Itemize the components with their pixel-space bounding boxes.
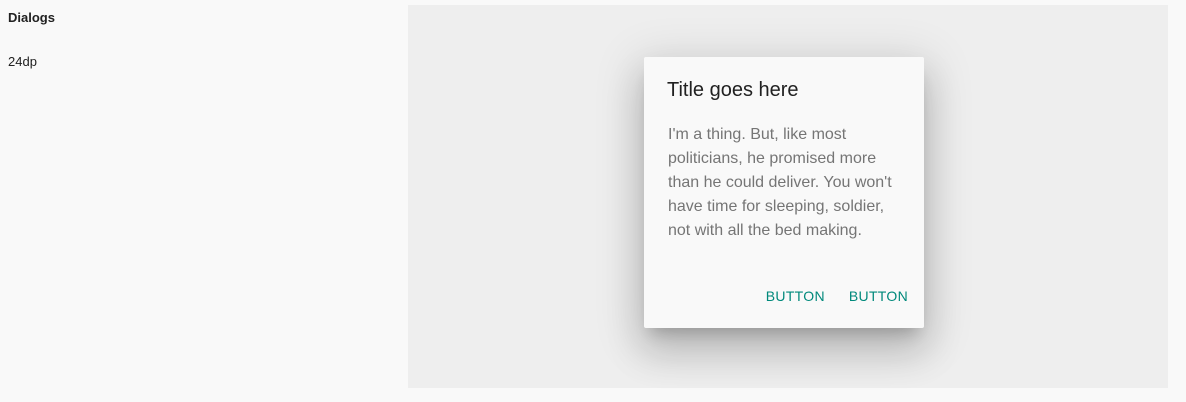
dialog-body: I'm a thing. But, like most politicians,… <box>668 126 892 239</box>
dialog-action-button-2[interactable]: BUTTON <box>841 278 916 314</box>
dialog-action-button-1[interactable]: BUTTON <box>758 278 833 314</box>
section-heading: Dialogs <box>8 10 55 25</box>
dialog-title: Title goes here <box>667 79 799 101</box>
dialog-actions: BUTTON BUTTON <box>758 272 916 320</box>
demo-stage: Title goes here I'm a thing. But, like m… <box>408 5 1168 388</box>
elevation-label: 24dp <box>8 54 37 69</box>
dialog: Title goes here I'm a thing. But, like m… <box>644 57 924 328</box>
page: Dialogs 24dp Title goes here I'm a thing… <box>0 0 1186 402</box>
section-info: Dialogs 24dp <box>8 10 388 69</box>
